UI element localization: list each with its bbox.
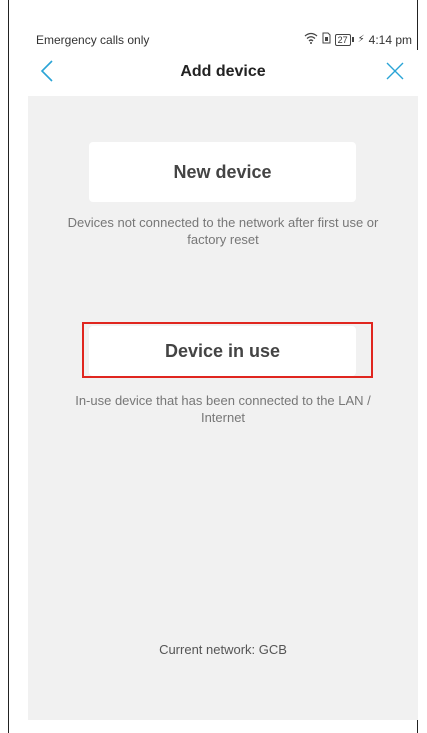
new-device-description: Devices not connected to the network aft… xyxy=(67,215,379,247)
battery-level: 27 xyxy=(334,33,351,46)
main-content: New device Devices not connected to the … xyxy=(28,96,418,720)
close-button[interactable] xyxy=(382,58,408,84)
status-time: 4:14 pm xyxy=(368,32,412,47)
carrier-text: Emergency calls only xyxy=(36,33,150,47)
page-title: Add device xyxy=(180,63,266,80)
new-device-button[interactable]: New device xyxy=(89,142,356,202)
sim-icon xyxy=(322,32,331,47)
status-icons: 27 ⚡︎ 4:14 pm xyxy=(304,32,412,47)
right-edge xyxy=(417,0,427,733)
current-network-text: Current network: GCB xyxy=(159,642,287,657)
status-bar: Emergency calls only 27 ⚡︎ 4:14 pm xyxy=(30,30,414,50)
device-in-use-description: In-use device that has been connected to… xyxy=(75,393,371,425)
wifi-icon xyxy=(304,32,318,47)
device-in-use-button[interactable]: Device in use xyxy=(89,326,356,376)
header-bar: Add device xyxy=(28,50,418,96)
left-edge xyxy=(0,0,9,733)
bolt-icon: ⚡︎ xyxy=(357,34,365,45)
close-icon xyxy=(386,62,404,80)
phone-screen: Emergency calls only 27 ⚡︎ 4:14 pm Add d… xyxy=(0,0,427,733)
battery-icon: 27 xyxy=(334,33,354,46)
